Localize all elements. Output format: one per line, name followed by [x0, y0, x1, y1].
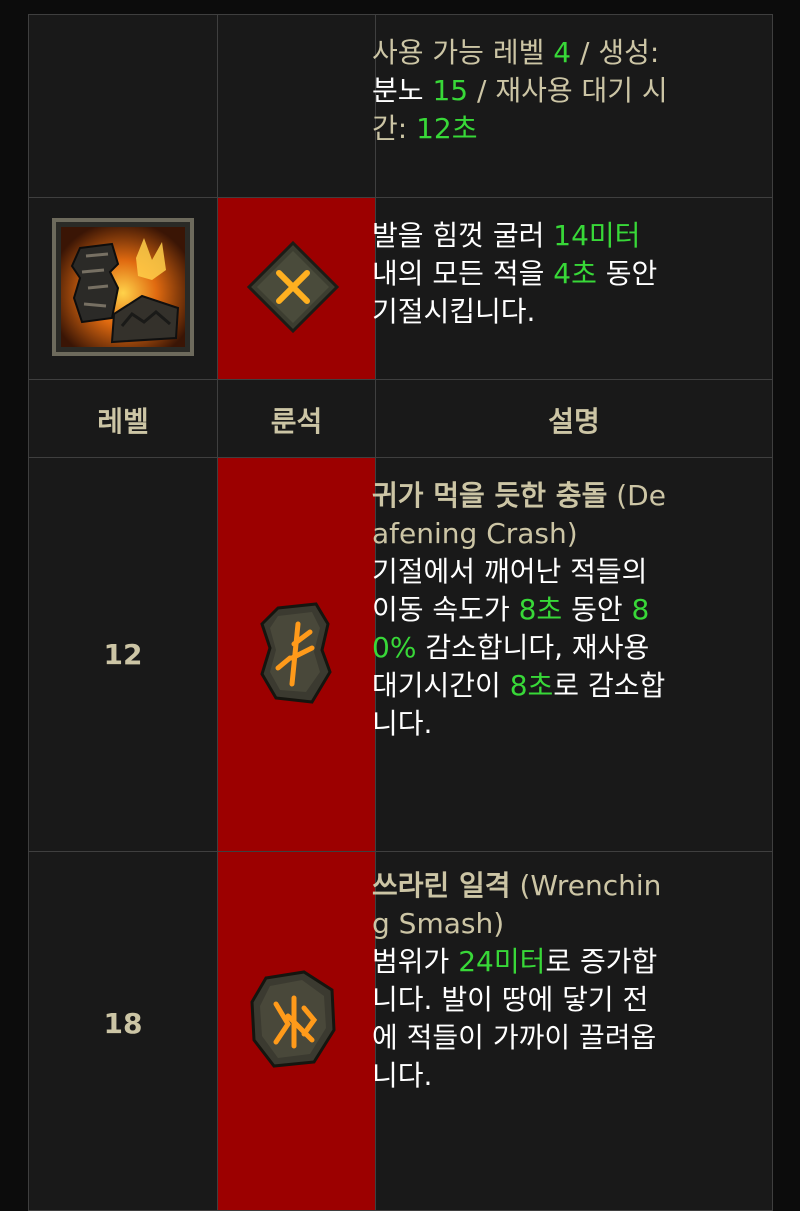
- rune-stone-icon: [250, 970, 336, 1068]
- level-header: 레벨: [97, 404, 149, 438]
- desc-value: 8초: [518, 593, 563, 626]
- rune-description: 쓰라린 일격 (Wrenchin g Smash) 범위가 24미터로 증가합 …: [372, 867, 752, 1095]
- desc-text: 기절시킵니다.: [372, 295, 536, 328]
- desc-text: 로 증가합: [545, 945, 658, 978]
- desc-text: 이동 속도가: [372, 593, 510, 626]
- desc-value: 14미터: [553, 219, 641, 252]
- desc-text: 감소합니다, 재사용: [425, 631, 650, 664]
- empty-cell: [217, 14, 376, 198]
- level-value: 18: [103, 1007, 143, 1040]
- rune-name: 쓰라린 일격: [372, 869, 511, 902]
- gen-separator: / 생성:: [571, 36, 660, 69]
- desc-text: 대기시간이: [372, 669, 501, 702]
- desc-text: 동안: [605, 257, 658, 290]
- desc-text: 니다. 발이 땅에 닿기 전: [372, 983, 649, 1016]
- x-rune-icon: [246, 240, 340, 334]
- rune-english-name: (Wrenchin: [519, 869, 662, 902]
- req-level-value: 4: [553, 36, 572, 69]
- cooldown-value: 12초: [416, 112, 478, 145]
- rune-name: 귀가 먹을 듯한 충돌: [372, 479, 608, 512]
- desc-text: 발을 힘껏 굴러: [372, 219, 545, 252]
- desc-value: 8: [631, 593, 650, 626]
- level-value: 12: [103, 638, 143, 671]
- empty-cell: [28, 14, 218, 198]
- stomp-skill-icon: [52, 218, 194, 356]
- rune-english-name: g Smash): [372, 907, 505, 940]
- skill-description: 발을 힘껏 굴러 14미터 내의 모든 적을 4초 동안 기절시킵니다.: [372, 217, 752, 331]
- cooldown-label: 간:: [372, 112, 408, 145]
- rune-header: 룬석: [270, 404, 323, 438]
- gen-value: 15: [432, 74, 469, 107]
- desc-value: 24미터: [458, 945, 546, 978]
- rune-description: 귀가 먹을 듯한 충돌 (De afening Crash) 기절에서 깨어난 …: [372, 477, 752, 743]
- desc-text: 동안: [571, 593, 623, 626]
- desc-value: 0%: [372, 631, 417, 664]
- req-level-label: 사용 가능 레벨: [372, 36, 545, 69]
- desc-value: 8초: [509, 669, 554, 702]
- desc-header: 설명: [548, 404, 600, 438]
- rune-english-name: (De: [616, 479, 666, 512]
- rune-stone-icon: [260, 602, 332, 704]
- desc-text: 내의 모든 적을: [372, 257, 545, 290]
- cooldown-separator: / 재사용 대기 시: [468, 74, 668, 107]
- requirements-text: 사용 가능 레벨 4 / 생성: 분노 15 / 재사용 대기 시 간: 12초: [372, 34, 752, 148]
- desc-text: 니다.: [372, 707, 433, 740]
- rune-english-name: afening Crash): [372, 517, 578, 550]
- desc-value: 4초: [553, 257, 597, 290]
- gen-label: 분노: [372, 74, 424, 107]
- desc-text: 로 감소합: [553, 669, 666, 702]
- desc-text: 기절에서 깨어난 적들의: [372, 555, 648, 588]
- desc-text: 니다.: [372, 1059, 433, 1092]
- desc-text: 에 적들이 가까이 끌려옵: [372, 1021, 657, 1054]
- desc-text: 범위가: [372, 945, 450, 978]
